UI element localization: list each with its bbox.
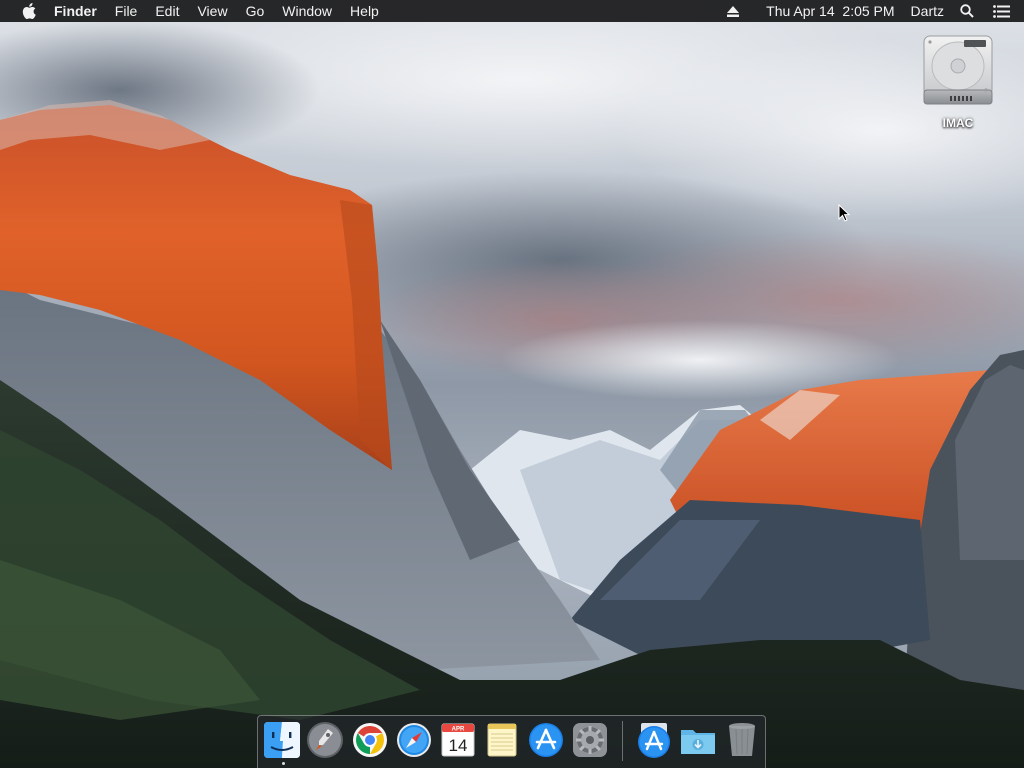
menu-file[interactable]: File [106, 0, 147, 22]
menubar-clock[interactable]: Thu Apr 14 2:05 PM [766, 0, 894, 22]
menu-help[interactable]: Help [341, 0, 388, 22]
desktop-disk-imac[interactable]: IMAC [918, 32, 998, 130]
disk-label: IMAC [942, 116, 974, 130]
downloads-folder-icon [681, 730, 715, 754]
eject-icon[interactable] [722, 0, 744, 22]
dock-system-preferences[interactable] [571, 721, 609, 759]
dock-notes[interactable] [483, 721, 521, 759]
finder-icon [264, 722, 300, 758]
safari-icon [397, 723, 431, 757]
dock-calendar[interactable]: APR 14 [439, 721, 477, 759]
dock-safari[interactable] [395, 721, 433, 759]
trash-icon [729, 723, 755, 756]
desktop-wallpaper [0, 0, 1024, 768]
menu-edit[interactable]: Edit [146, 0, 188, 22]
calendar-day: 14 [449, 736, 468, 755]
menu-view[interactable]: View [188, 0, 236, 22]
menubar-user[interactable]: Dartz [911, 0, 944, 22]
calendar-icon: APR 14 [441, 723, 475, 757]
calendar-month: APR [452, 727, 465, 733]
chrome-icon [353, 723, 387, 757]
hard-drive-icon [923, 35, 993, 105]
dock-applications-stack[interactable] [635, 721, 673, 759]
dock-app-store[interactable] [527, 721, 565, 759]
menu-bar: Finder File Edit View Go Window Help Thu… [0, 0, 1024, 22]
notes-icon [487, 723, 517, 757]
system-preferences-icon [573, 723, 607, 757]
dock-separator [622, 721, 623, 761]
dock-finder[interactable] [263, 721, 301, 759]
dock-launchpad[interactable] [306, 721, 344, 759]
search-icon[interactable] [956, 0, 978, 22]
notification-center-icon[interactable] [990, 0, 1012, 22]
apple-logo-icon[interactable] [19, 0, 39, 22]
menu-go[interactable]: Go [237, 0, 274, 22]
launchpad-icon [307, 722, 343, 758]
mouse-pointer-icon [838, 204, 850, 222]
applications-stack-icon [638, 723, 670, 758]
dock-trash[interactable] [723, 721, 761, 759]
finder-running-indicator [282, 762, 285, 765]
app-store-icon [529, 723, 563, 757]
menu-window[interactable]: Window [273, 0, 341, 22]
dock-chrome[interactable] [351, 721, 389, 759]
dock-downloads-stack[interactable] [679, 721, 717, 759]
menu-finder[interactable]: Finder [51, 0, 106, 22]
